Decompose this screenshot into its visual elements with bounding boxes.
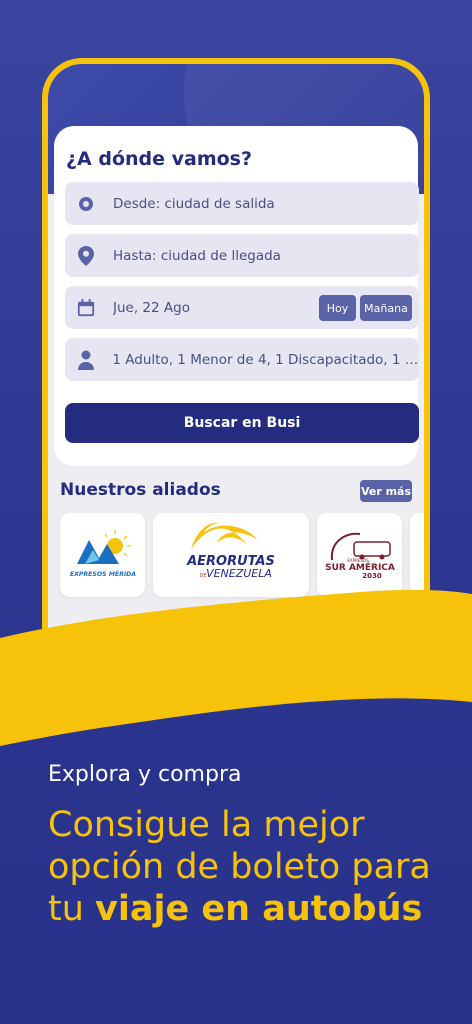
today-chip[interactable]: Hoy bbox=[319, 295, 356, 321]
svg-text:SUR AMÉRICA: SUR AMÉRICA bbox=[325, 561, 395, 573]
date-field[interactable]: Jue, 22 Ago Hoy Mañana bbox=[65, 286, 419, 329]
destination-placeholder: Hasta: ciudad de llegada bbox=[113, 247, 281, 264]
allies-title: Nuestros aliados bbox=[60, 480, 221, 500]
headline-line-3-prefix: tu bbox=[48, 889, 96, 929]
headline-line-2: opción de boleto para bbox=[48, 847, 431, 887]
headline-line-1: Consigue la mejor bbox=[48, 805, 365, 845]
location-pin-icon bbox=[77, 245, 95, 267]
origin-placeholder: Desde: ciudad de salida bbox=[113, 195, 275, 212]
passengers-value: 1 Adulto, 1 Menor de 4, 1 Discapacitado,… bbox=[112, 351, 419, 368]
search-button[interactable]: Buscar en Busi bbox=[65, 403, 419, 443]
headline-highlight: viaje en autobús bbox=[95, 889, 423, 929]
search-title: ¿A dónde vamos? bbox=[66, 148, 253, 170]
headline-line-3: tu viaje en autobús bbox=[48, 888, 448, 930]
search-card: ¿A dónde vamos? Desde: ciudad de salida … bbox=[54, 126, 419, 466]
passengers-field[interactable]: 1 Adulto, 1 Menor de 4, 1 Discapacitado,… bbox=[65, 338, 419, 381]
promo-subtitle: Explora y compra bbox=[48, 762, 242, 787]
calendar-icon bbox=[77, 297, 95, 319]
person-icon bbox=[77, 349, 94, 371]
see-more-button[interactable]: Ver más bbox=[360, 480, 412, 502]
date-value: Jue, 22 Ago bbox=[113, 299, 190, 316]
svg-text:2030: 2030 bbox=[362, 572, 382, 580]
svg-text:VENEZUELA: VENEZUELA bbox=[206, 567, 272, 580]
yellow-wave bbox=[0, 589, 472, 746]
promo-headline: Consigue la mejor opción de boleto para … bbox=[48, 804, 448, 930]
origin-dot-icon bbox=[77, 193, 95, 215]
tomorrow-chip[interactable]: Mañana bbox=[360, 295, 412, 321]
svg-text:EXPRESOS MÉRIDA: EXPRESOS MÉRIDA bbox=[69, 569, 135, 578]
origin-field[interactable]: Desde: ciudad de salida bbox=[65, 182, 419, 225]
destination-field[interactable]: Hasta: ciudad de llegada bbox=[65, 234, 419, 277]
